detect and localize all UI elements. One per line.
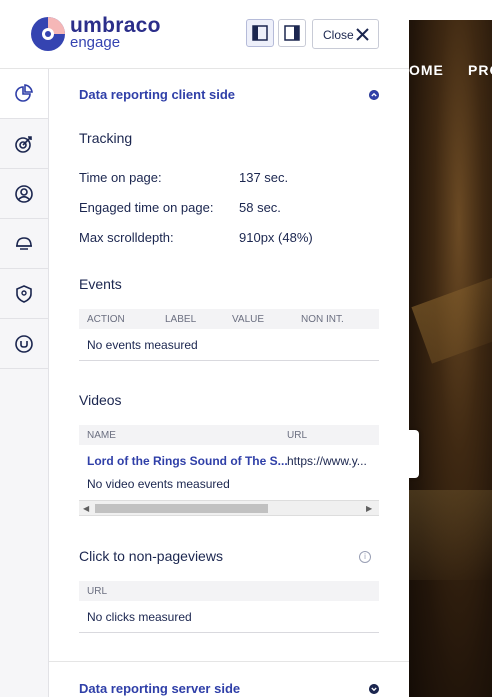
section-divider — [49, 661, 409, 662]
close-icon — [356, 28, 369, 41]
helmet-icon — [16, 237, 32, 250]
clicks-heading: Click to non-pageviews — [79, 548, 223, 564]
videos-heading: Videos — [79, 392, 122, 408]
engaged-time-value: 58 sec. — [239, 200, 281, 215]
tracking-heading: Tracking — [79, 130, 133, 146]
videos-table-header: NAME URL — [79, 425, 379, 445]
column-header-url: URL — [87, 586, 108, 597]
video-events-empty-message: No video events measured — [87, 477, 230, 491]
dock-right-icon — [284, 25, 300, 41]
column-header-non-int: NON INT. — [301, 314, 344, 325]
umbraco-icon — [15, 335, 33, 353]
events-table-header: ACTION LABEL VALUE NON INT. — [79, 309, 379, 329]
logo-subtitle: engage — [70, 34, 121, 51]
column-header-label: LABEL — [165, 314, 197, 325]
background-image — [409, 20, 492, 697]
scroll-right-icon[interactable]: ▶ — [366, 504, 372, 513]
column-header-name: NAME — [87, 430, 116, 441]
dock-left-icon — [252, 25, 268, 41]
column-header-action: ACTION — [87, 314, 125, 325]
video-name-link[interactable]: Lord of the Rings Sound of The S... — [87, 454, 288, 468]
time-on-page-value: 137 sec. — [239, 170, 289, 185]
divider — [79, 360, 379, 361]
sidebar-item-location[interactable] — [0, 269, 48, 319]
background-nav-item[interactable]: PRO — [468, 62, 492, 78]
max-scrolldepth-label: Max scrolldepth: — [79, 230, 174, 245]
video-url: https://www.y... — [287, 454, 367, 468]
panel-content: Data reporting client side Tracking Time… — [49, 69, 409, 697]
expand-chevron-icon[interactable] — [369, 684, 379, 694]
dock-left-button[interactable] — [246, 19, 274, 47]
column-header-value: VALUE — [232, 314, 265, 325]
umbraco-engage-logo: umbraco engage — [30, 14, 170, 54]
background-side-tab[interactable] — [409, 430, 419, 478]
background-page — [409, 0, 492, 697]
max-scrolldepth-value: 910px (48%) — [239, 230, 313, 245]
engage-panel: umbraco engage Close Data reporting clie… — [0, 0, 409, 697]
scroll-left-icon[interactable]: ◀ — [83, 504, 89, 513]
clicks-empty-message: No clicks measured — [87, 610, 192, 624]
close-label: Close — [323, 28, 354, 42]
dock-right-button[interactable] — [278, 19, 306, 47]
close-button[interactable]: Close — [312, 19, 379, 49]
time-on-page-label: Time on page: — [79, 170, 162, 185]
column-header-url: URL — [287, 430, 308, 441]
user-circle-icon — [15, 185, 33, 203]
divider — [79, 632, 379, 633]
server-section-title[interactable]: Data reporting server side — [79, 681, 240, 696]
sidebar-item-umbraco[interactable] — [0, 319, 48, 369]
clicks-table-header: URL — [79, 581, 379, 601]
location-shield-icon — [16, 285, 32, 303]
sidebar-item-analytics[interactable] — [0, 69, 48, 119]
target-icon — [15, 136, 32, 153]
sidebar-item-goals[interactable] — [0, 119, 48, 169]
panel-sidebar — [0, 69, 49, 697]
panel-header: umbraco engage Close — [0, 0, 409, 69]
videos-horizontal-scrollbar[interactable]: ◀ ▶ — [79, 500, 379, 516]
pie-chart-icon — [15, 84, 33, 102]
sidebar-item-personas[interactable] — [0, 169, 48, 219]
client-section-title[interactable]: Data reporting client side — [79, 87, 235, 102]
background-nav-item[interactable]: OME — [409, 62, 444, 78]
engaged-time-label: Engaged time on page: — [79, 200, 214, 215]
info-icon[interactable]: i — [359, 551, 371, 563]
scrollbar-thumb[interactable] — [95, 504, 268, 513]
events-empty-message: No events measured — [87, 338, 198, 352]
events-heading: Events — [79, 276, 122, 292]
sidebar-item-journey[interactable] — [0, 219, 48, 269]
logo-icon — [31, 17, 65, 51]
collapse-chevron-icon[interactable] — [369, 90, 379, 100]
